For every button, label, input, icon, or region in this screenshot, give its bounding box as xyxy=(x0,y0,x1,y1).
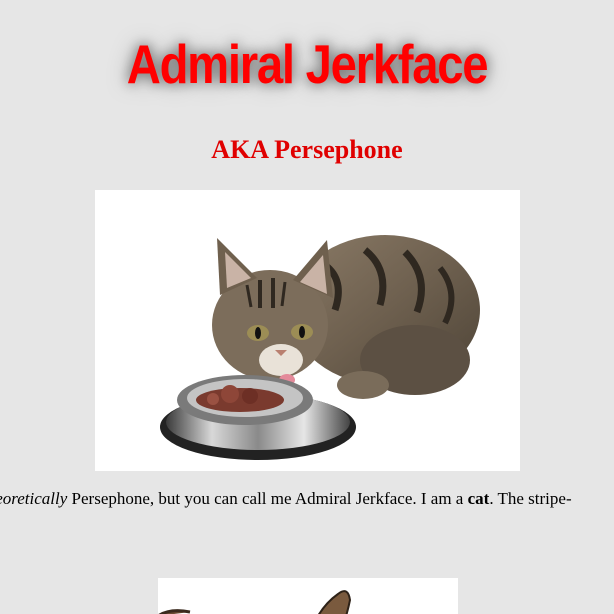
intro-italic-word: theoretically xyxy=(0,489,68,508)
kitten-eating-illustration xyxy=(160,235,480,460)
kitten-eating-photo xyxy=(95,190,520,471)
page: Admiral Jerkface AKA Persephone oretical… xyxy=(0,0,614,614)
second-cat-illustration xyxy=(158,578,458,614)
page-title: Admiral Jerkface xyxy=(126,33,489,95)
intro-bold-word: cat xyxy=(467,489,490,508)
intro-text-part1: Persephone, but you can call me Admiral … xyxy=(67,489,468,508)
intro-paragraph: theoretically Persephone, but you can ca… xyxy=(0,489,572,509)
cat-ear-illustration xyxy=(158,590,352,614)
intro-text-part2: . The stripe- xyxy=(489,489,572,508)
page-subtitle: AKA Persephone xyxy=(211,135,403,164)
